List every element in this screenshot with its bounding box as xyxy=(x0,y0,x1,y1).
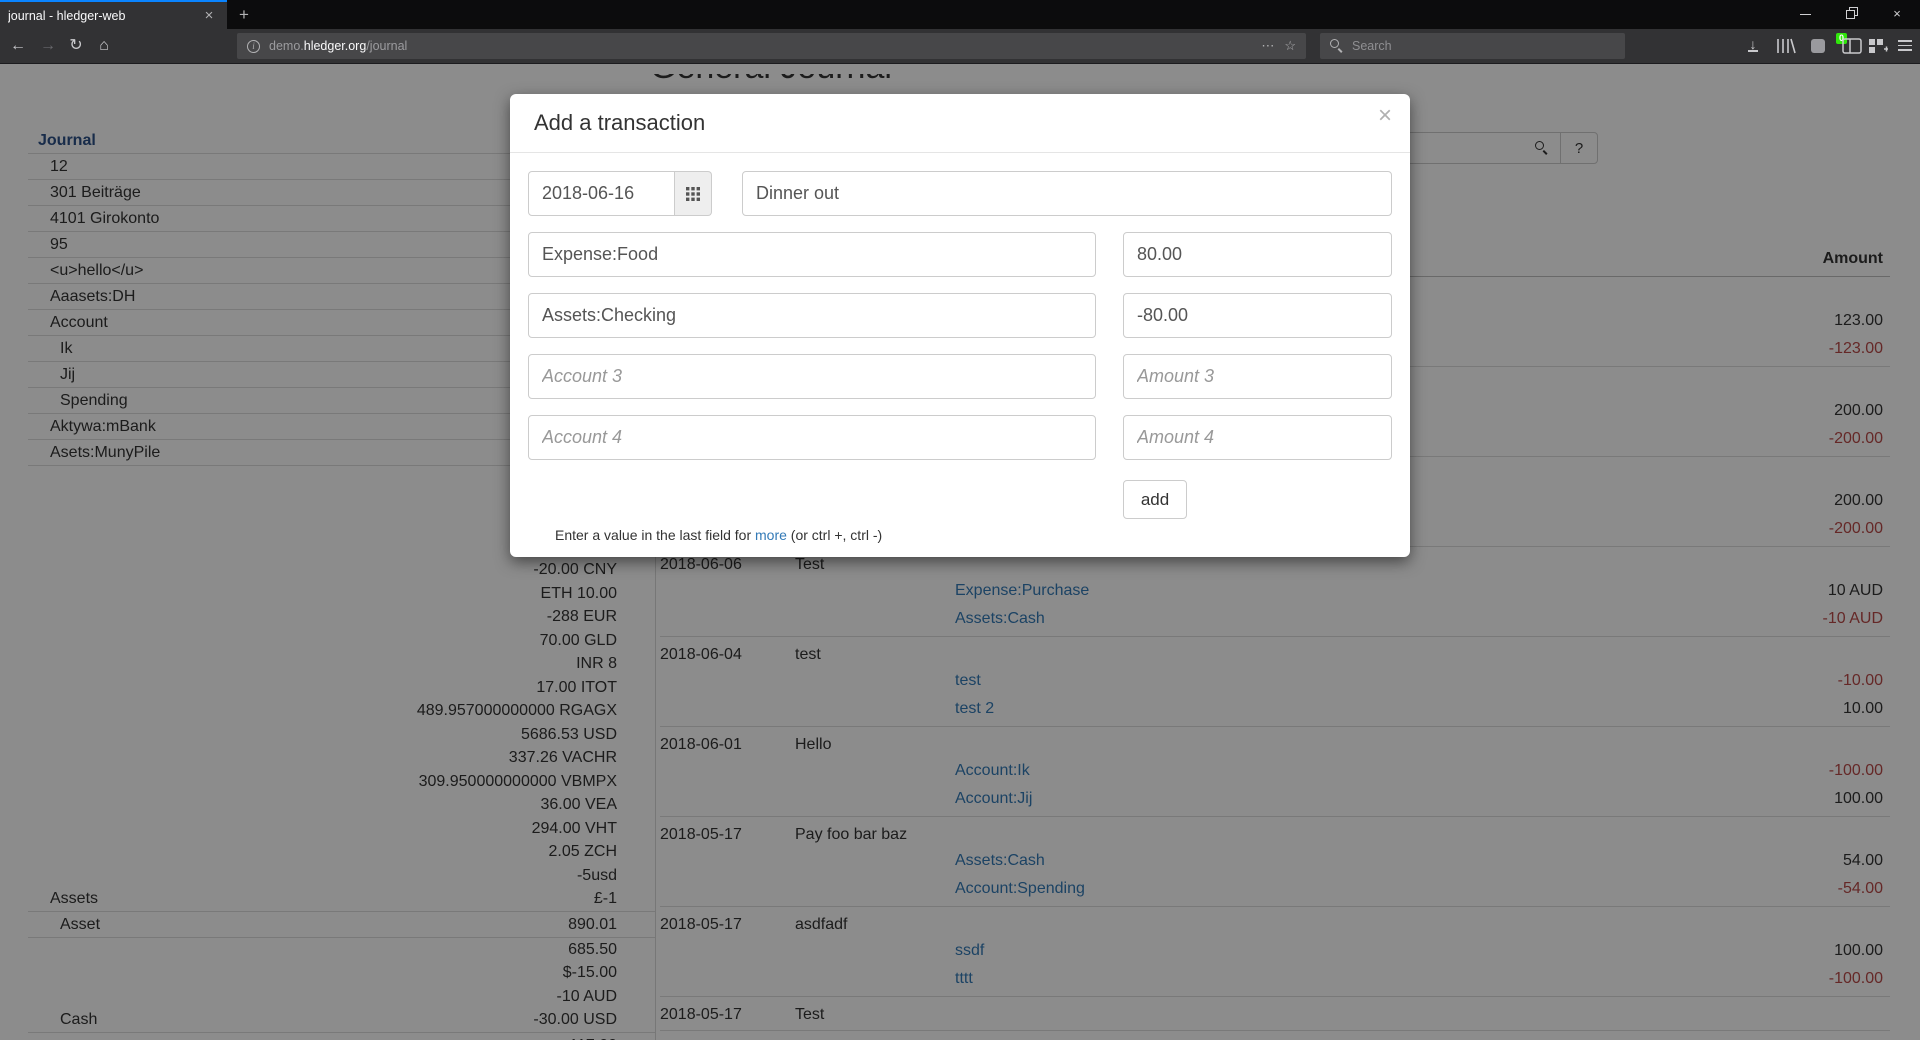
navigation-toolbar: ← → ↻ ⌂ i demo.hledger.org/journal ⋯ ☆ S… xyxy=(0,29,1920,64)
sidebars-icon[interactable] xyxy=(1842,37,1862,55)
more-link[interactable]: more xyxy=(755,527,787,543)
minimize-icon xyxy=(1800,14,1811,15)
window-close-button[interactable]: × xyxy=(1874,0,1920,29)
amount-input-2[interactable] xyxy=(1123,293,1392,338)
search-icon xyxy=(1330,39,1344,53)
calendar-grid-icon xyxy=(686,187,700,201)
search-placeholder: Search xyxy=(1352,39,1392,53)
account-input-2[interactable] xyxy=(528,293,1096,338)
site-info-icon[interactable]: i xyxy=(247,40,260,53)
dialog-hint: Enter a value in the last field for more… xyxy=(555,527,1392,543)
restore-icon xyxy=(1846,10,1855,19)
menu-icon[interactable] xyxy=(1898,40,1912,54)
forward-button[interactable]: → xyxy=(34,32,62,60)
url-subdomain: demo. xyxy=(269,39,304,53)
browser-tab[interactable]: journal - hledger-web × xyxy=(0,0,227,29)
downloads-button[interactable]: ↓ xyxy=(1739,32,1767,60)
amount-input-3[interactable] xyxy=(1123,354,1392,399)
library-icon[interactable] xyxy=(1775,37,1797,55)
screen: journal - hledger-web × + × ← → ↻ ⌂ i de… xyxy=(0,0,1920,1040)
home-button[interactable]: ⌂ xyxy=(90,32,118,60)
browser-chrome: journal - hledger-web × + × ← → ↻ ⌂ i de… xyxy=(0,0,1920,64)
posting-input-row xyxy=(528,232,1392,277)
posting-input-row xyxy=(528,293,1392,338)
account-input-1[interactable] xyxy=(528,232,1096,277)
dialog-header: Add a transaction × xyxy=(510,94,1410,153)
url-path: /journal xyxy=(366,39,407,53)
window-restore-button[interactable] xyxy=(1828,0,1874,29)
tab-close-icon[interactable]: × xyxy=(199,7,219,24)
amount-input-4[interactable] xyxy=(1123,415,1392,460)
account-input-3[interactable] xyxy=(528,354,1096,399)
page-actions-icon[interactable]: ⋯ xyxy=(1253,38,1282,54)
grid-apps-icon[interactable] xyxy=(1868,37,1888,55)
tab-bar: journal - hledger-web × + × xyxy=(0,0,1920,29)
window-minimize-button[interactable] xyxy=(1782,0,1828,29)
url-bar[interactable]: i demo.hledger.org/journal ⋯ ☆ xyxy=(237,33,1306,59)
date-input[interactable] xyxy=(528,171,675,216)
add-button[interactable]: add xyxy=(1123,480,1187,519)
bookmark-star-icon[interactable]: ☆ xyxy=(1282,38,1306,54)
add-transaction-dialog: Add a transaction × xyxy=(510,94,1410,557)
posting-input-row xyxy=(528,415,1392,460)
account-input-4[interactable] xyxy=(528,415,1096,460)
extension-icon[interactable]: 0 xyxy=(1804,32,1832,60)
dialog-body: add Enter a value in the last field for … xyxy=(510,153,1410,561)
amount-input-1[interactable] xyxy=(1123,232,1392,277)
new-tab-button[interactable]: + xyxy=(230,2,258,29)
back-button[interactable]: ← xyxy=(4,32,32,60)
tab-title: journal - hledger-web xyxy=(8,9,199,23)
dialog-title: Add a transaction xyxy=(534,110,1386,136)
dialog-close-icon[interactable]: × xyxy=(1378,104,1392,128)
download-icon: ↓ xyxy=(1739,32,1767,56)
date-picker-button[interactable] xyxy=(675,171,712,216)
url-host: hledger.org xyxy=(304,39,367,53)
reload-button[interactable]: ↻ xyxy=(62,32,90,60)
description-input[interactable] xyxy=(742,171,1392,216)
posting-input-row xyxy=(528,354,1392,399)
browser-search-bar[interactable]: Search xyxy=(1320,33,1625,59)
